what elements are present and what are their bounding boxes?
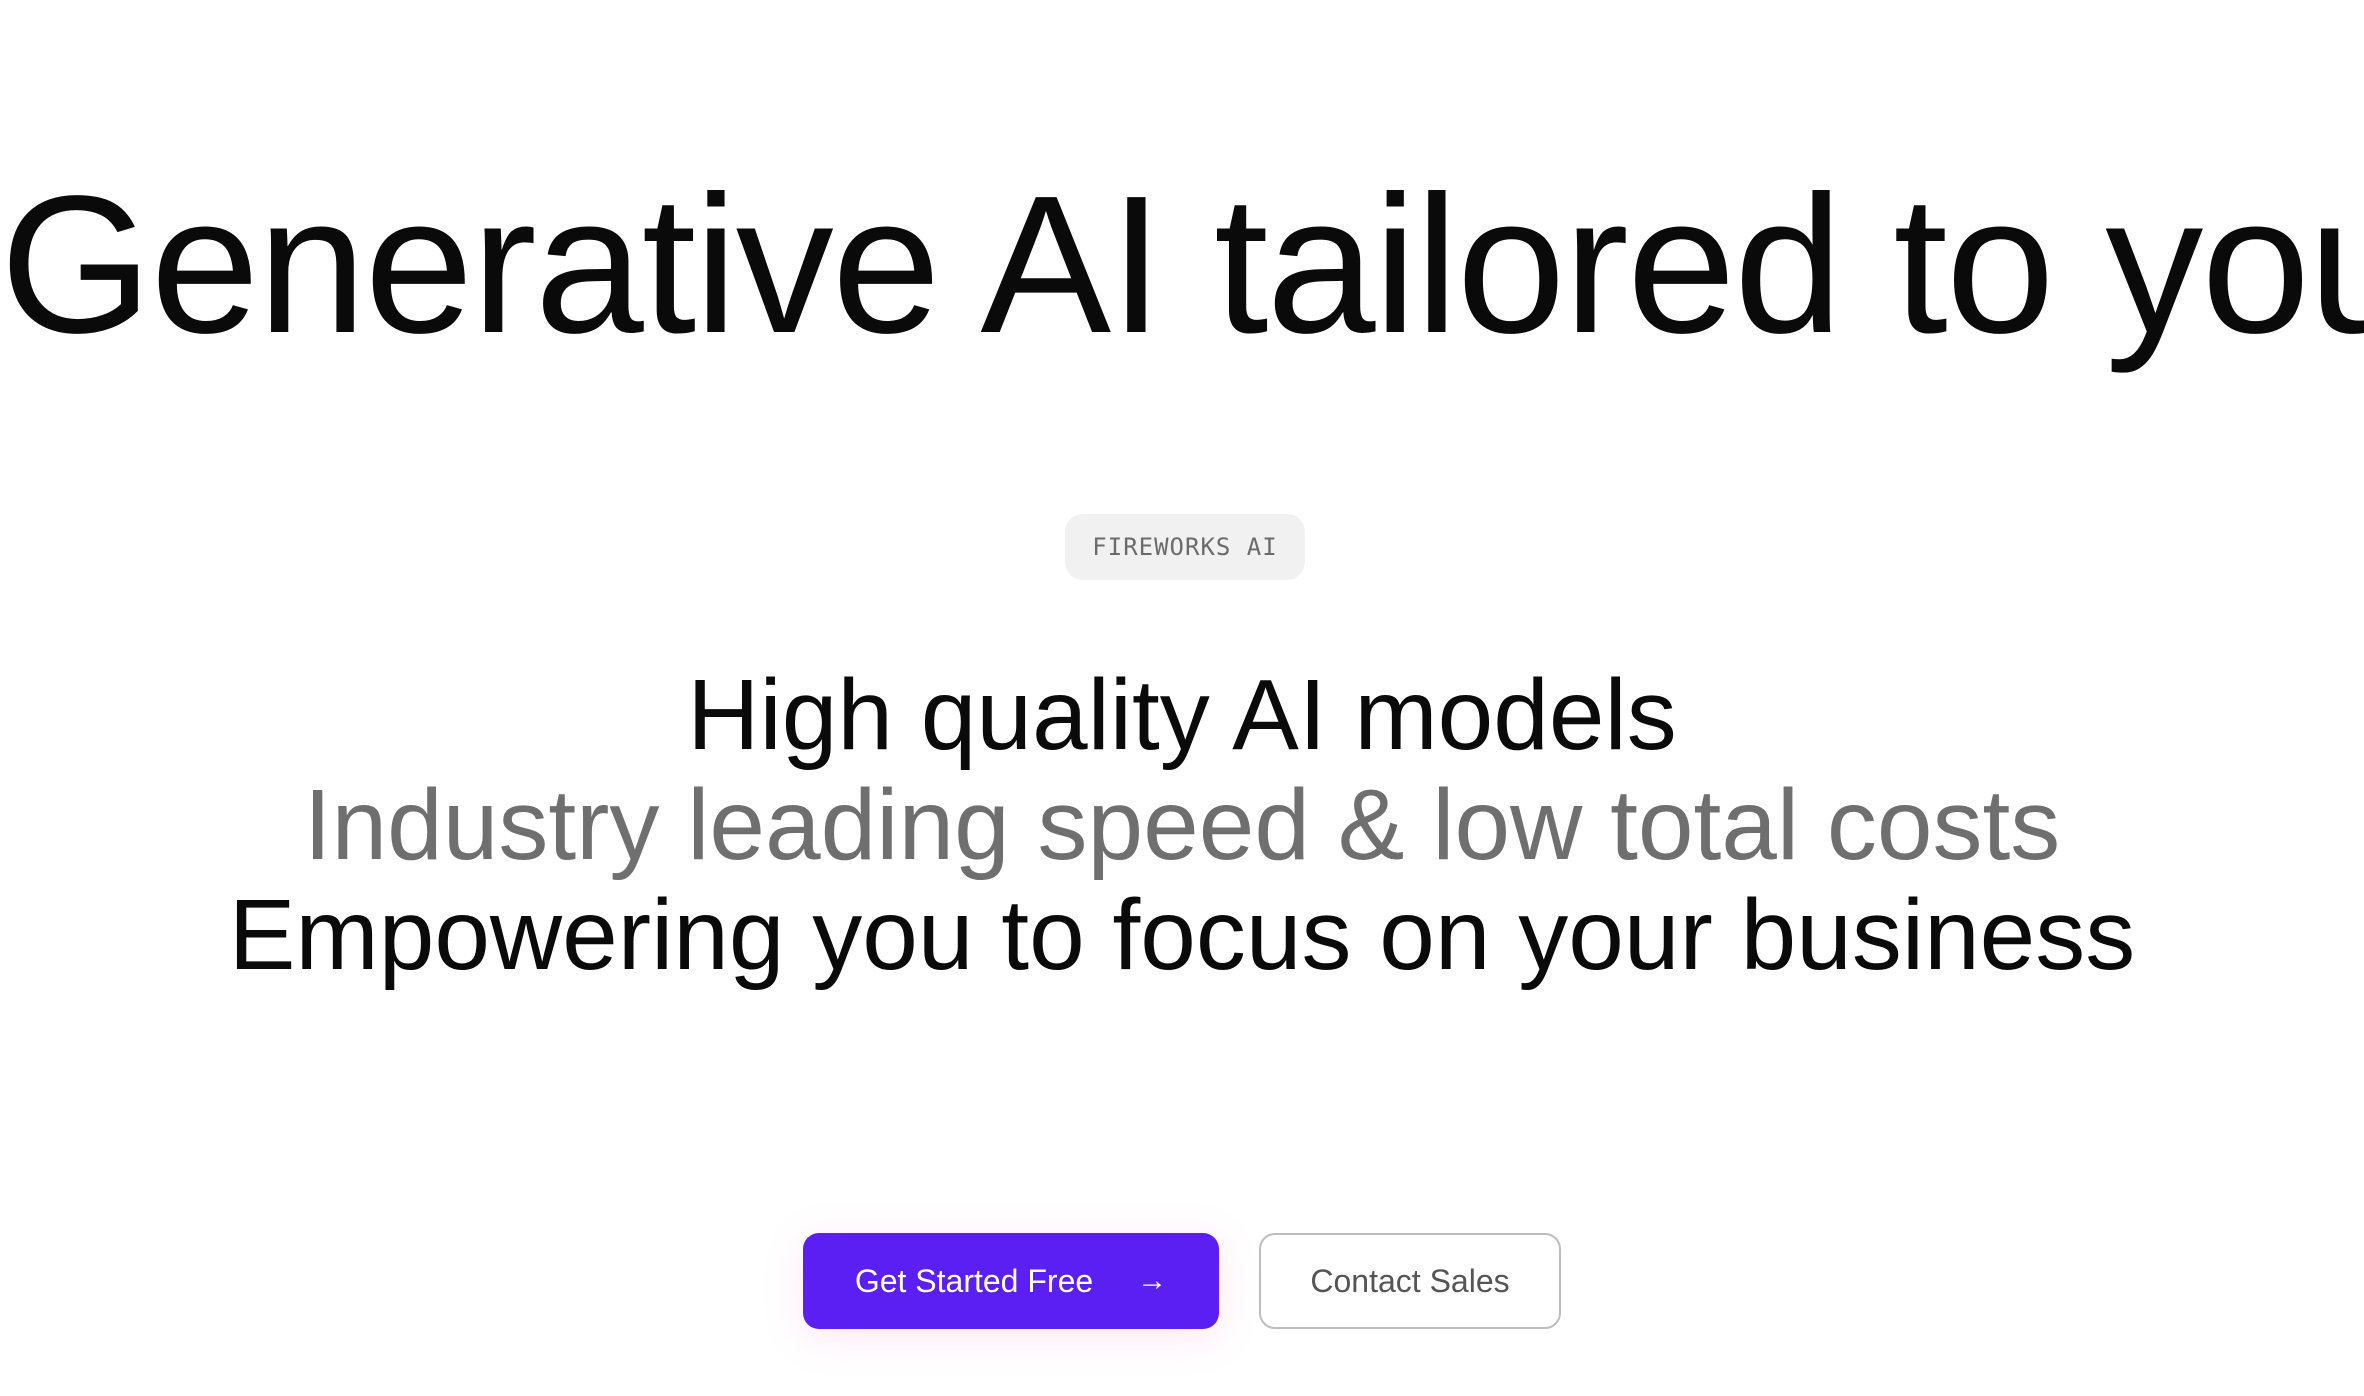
landing-page: Generative AI tailored to you FIREWORKS … <box>0 0 2364 1396</box>
brand-badge: FIREWORKS AI <box>1065 514 1305 580</box>
cta-row: Get Started Free → Contact Sales <box>0 1233 2364 1329</box>
tagline-quality: High quality AI models <box>687 659 1677 771</box>
get-started-label: Get Started Free <box>854 1262 1094 1299</box>
tagline-focus: Empowering you to focus on your business <box>228 879 2136 991</box>
get-started-button[interactable]: Get Started Free → <box>803 1233 1219 1329</box>
contact-sales-button[interactable]: Contact Sales <box>1259 1233 1561 1329</box>
contact-sales-label: Contact Sales <box>1310 1262 1510 1299</box>
tagline-group: High quality AI models Industry leading … <box>0 660 2364 990</box>
hero-title: Generative AI tailored to you <box>0 155 2364 374</box>
tagline-speed-cost: Industry leading speed & low total costs <box>303 769 2061 881</box>
arrow-right-icon: → <box>1137 1264 1168 1297</box>
